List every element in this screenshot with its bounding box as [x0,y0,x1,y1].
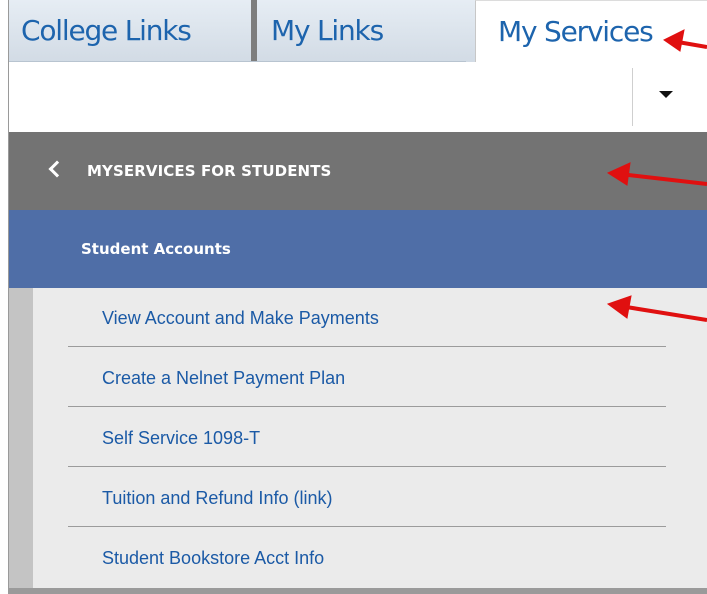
section-title: MYSERVICES FOR STUDENTS [87,162,332,180]
link-1098t[interactable]: Self Service 1098-T [68,408,666,468]
tab-my-links[interactable]: My Links [251,0,476,62]
toolbar [9,62,707,132]
tab-college-links[interactable]: College Links [9,0,251,62]
list-divider [68,526,666,527]
link-nelnet-plan[interactable]: Create a Nelnet Payment Plan [68,348,666,408]
links-left-stripe [9,288,33,594]
portal-frame: College Links My Links My Services MYSER… [0,0,707,594]
link-view-account[interactable]: View Account and Make Payments [68,288,666,348]
bottom-border [9,588,707,594]
caret-down-icon[interactable] [659,91,673,98]
link-tuition-refund[interactable]: Tuition and Refund Info (link) [68,468,666,528]
toolbar-divider [632,68,633,126]
category-label: Student Accounts [81,240,231,258]
list-divider [68,406,666,407]
link-bookstore[interactable]: Student Bookstore Acct Info [68,528,666,588]
list-divider [68,346,666,347]
tab-bar: College Links My Links My Services [9,0,707,62]
tab-my-services[interactable]: My Services [475,0,707,62]
list-divider [68,466,666,467]
category-header: Student Accounts [9,210,707,288]
section-header-back[interactable]: MYSERVICES FOR STUDENTS [9,132,707,210]
chevron-left-icon[interactable] [48,160,66,178]
